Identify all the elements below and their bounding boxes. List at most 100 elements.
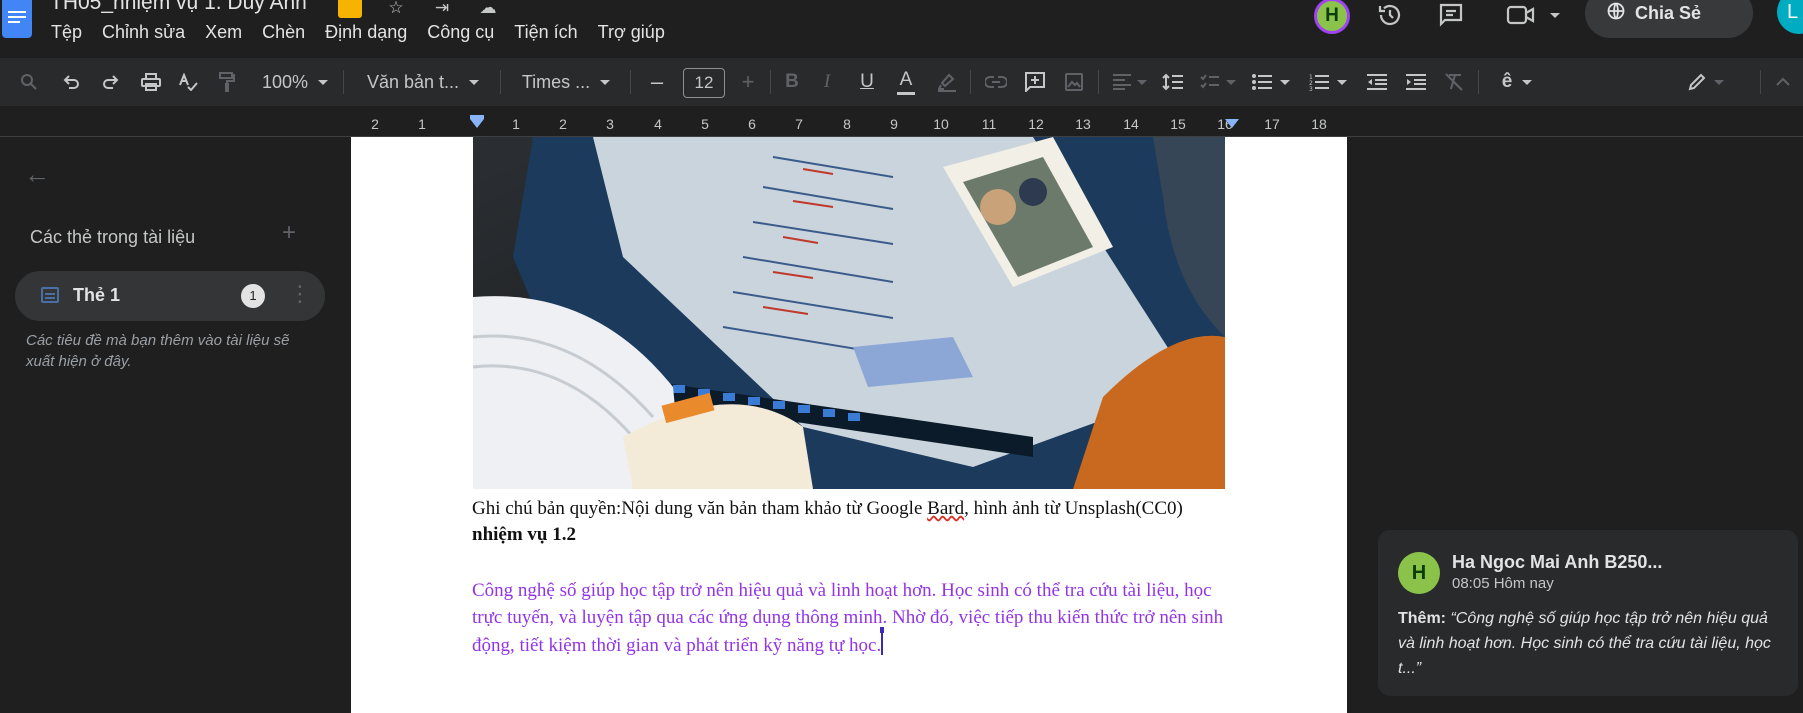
- ruler-tick: 13: [1075, 116, 1091, 132]
- increase-indent-icon[interactable]: [1403, 58, 1429, 106]
- align-icon[interactable]: [1108, 58, 1152, 106]
- inserted-photo[interactable]: [473, 137, 1225, 489]
- chevron-down-icon: [1550, 12, 1560, 18]
- version-history-icon[interactable]: [1373, 0, 1407, 30]
- comment-timestamp: 08:05 Hôm nay: [1452, 575, 1554, 592]
- ruler-tick: 3: [606, 116, 614, 132]
- ruler-tick: 15: [1170, 116, 1186, 132]
- menu-format[interactable]: Định dạng: [325, 22, 417, 43]
- ruler-tick: 17: [1264, 116, 1280, 132]
- text-cursor: [880, 627, 885, 655]
- line-spacing-icon[interactable]: [1159, 58, 1187, 106]
- menu-extensions[interactable]: Tiện ích: [514, 22, 587, 43]
- globe-icon: [1607, 2, 1625, 25]
- chevron-down-icon: [1137, 79, 1147, 85]
- ruler-tick: 11: [981, 116, 997, 132]
- misspelled-word[interactable]: Bard: [927, 498, 964, 519]
- collapse-menus-icon[interactable]: [1770, 58, 1796, 106]
- numbered-list-icon[interactable]: 123: [1304, 58, 1352, 106]
- right-indent-marker[interactable]: [1225, 119, 1239, 128]
- paint-format-icon[interactable]: [214, 58, 240, 106]
- add-comment-icon[interactable]: [1022, 58, 1048, 106]
- docs-logo-icon[interactable]: [2, 0, 32, 38]
- checklist-icon[interactable]: [1196, 58, 1240, 106]
- add-tab-icon[interactable]: +: [282, 219, 296, 247]
- italic-icon[interactable]: I: [815, 58, 839, 106]
- body-paragraph[interactable]: Công nghệ số giúp học tập trở nên hiệu q…: [472, 577, 1242, 659]
- toolbar-divider: [1098, 70, 1099, 94]
- text-color-icon[interactable]: A: [894, 58, 918, 106]
- underline-icon[interactable]: U: [855, 58, 879, 106]
- chevron-down-icon: [1714, 79, 1724, 85]
- document-page[interactable]: Ghi chú bản quyền:Nội dung văn bản tham …: [351, 137, 1347, 713]
- toolbar-divider: [1478, 70, 1479, 94]
- comment-count-badge: 1: [241, 284, 265, 308]
- ruler-tick: 5: [701, 116, 709, 132]
- svg-text:3: 3: [1309, 86, 1313, 91]
- document-tab-icon: [41, 287, 59, 303]
- ruler-tick: 8: [843, 116, 851, 132]
- menu-file[interactable]: Tệp: [51, 22, 92, 43]
- toolbar: 100% Văn bản t... Times ... – 12 + B I U…: [0, 58, 1803, 106]
- print-icon[interactable]: [137, 58, 165, 106]
- copyright-caption: Ghi chú bản quyền:Nội dung văn bản tham …: [472, 498, 1183, 519]
- chevron-down-icon: [1280, 79, 1290, 85]
- toolbar-divider: [970, 70, 971, 94]
- cloud-status-icon[interactable]: ☁: [476, 0, 500, 18]
- task-heading: nhiệm vụ 1.2: [472, 524, 576, 545]
- back-arrow-icon[interactable]: ←: [24, 159, 50, 190]
- font-family-select[interactable]: Times ...: [512, 58, 620, 106]
- insert-image-icon[interactable]: [1061, 58, 1087, 106]
- tab-label: Thẻ 1: [73, 285, 121, 305]
- insert-link-icon[interactable]: [983, 58, 1009, 106]
- document-title[interactable]: TH05_nhiệm vụ 1. Duy Anh: [50, 0, 307, 15]
- comment-card[interactable]: H Ha Ngoc Mai Anh B250... 08:05 Hôm nay …: [1378, 530, 1798, 696]
- undo-icon[interactable]: [58, 58, 84, 106]
- share-button[interactable]: Chia Sẻ: [1585, 0, 1753, 38]
- increase-font-size-button[interactable]: +: [736, 58, 760, 106]
- decrease-font-size-button[interactable]: –: [645, 58, 669, 106]
- ruler-tick: 2: [371, 116, 379, 132]
- share-label: Chia Sẻ: [1635, 2, 1702, 23]
- ruler-tick: 14: [1123, 116, 1139, 132]
- clear-formatting-icon[interactable]: [1441, 58, 1467, 106]
- chevron-down-icon: [600, 79, 611, 85]
- menu-help[interactable]: Trợ giúp: [598, 22, 675, 43]
- comments-icon[interactable]: [1434, 0, 1468, 30]
- bulleted-list-icon[interactable]: [1247, 58, 1295, 106]
- keep-notes-icon[interactable]: [338, 0, 362, 18]
- editing-mode-icon[interactable]: [1683, 58, 1729, 106]
- ruler-tick: 10: [933, 116, 949, 132]
- tab-item-1[interactable]: Thẻ 1 1 ⋮: [15, 271, 325, 321]
- menu-insert[interactable]: Chèn: [262, 22, 315, 43]
- collaborator-avatar[interactable]: H: [1314, 0, 1350, 34]
- star-icon[interactable]: ☆: [384, 0, 408, 18]
- move-to-folder-icon[interactable]: ⇥: [430, 0, 454, 18]
- highlight-color-icon[interactable]: [935, 58, 959, 106]
- search-menus-icon[interactable]: [16, 58, 42, 106]
- input-tools-icon[interactable]: ê: [1492, 58, 1542, 106]
- account-avatar[interactable]: L: [1777, 0, 1803, 34]
- left-indent-marker[interactable]: [470, 119, 484, 128]
- chevron-down-icon: [318, 79, 329, 85]
- redo-icon[interactable]: [98, 58, 124, 106]
- decrease-indent-icon[interactable]: [1364, 58, 1390, 106]
- menu-tools[interactable]: Công cụ: [427, 22, 504, 43]
- zoom-select[interactable]: 100%: [255, 58, 335, 106]
- more-options-icon[interactable]: ⋮: [289, 281, 311, 307]
- spellcheck-icon[interactable]: [175, 58, 201, 106]
- paragraph-style-select[interactable]: Văn bản t...: [357, 58, 489, 106]
- font-size-input[interactable]: 12: [683, 68, 725, 98]
- bold-icon[interactable]: B: [780, 58, 804, 106]
- meet-call-icon[interactable]: [1505, 0, 1561, 30]
- ruler-tick: 6: [748, 116, 756, 132]
- chevron-down-icon: [1226, 79, 1236, 85]
- toolbar-divider: [1760, 70, 1761, 94]
- menu-edit[interactable]: Chỉnh sửa: [102, 22, 195, 43]
- toolbar-divider: [343, 70, 344, 94]
- toolbar-divider: [500, 70, 501, 94]
- comment-avatar: H: [1398, 552, 1440, 594]
- horizontal-ruler[interactable]: 2 1 1 2 3 4 5 6 7 8 9 10 11 12 13 14 15 …: [0, 113, 1803, 137]
- ruler-tick: 7: [795, 116, 803, 132]
- menu-view[interactable]: Xem: [205, 22, 252, 43]
